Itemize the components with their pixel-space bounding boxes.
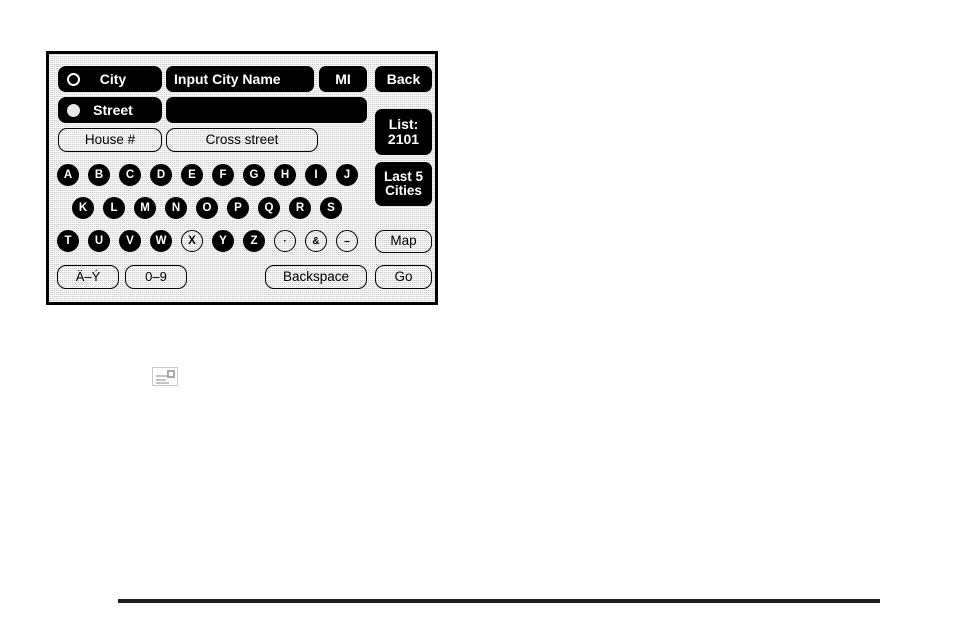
key-b-label: B [94, 169, 104, 181]
key-c-label: C [125, 169, 135, 181]
city-name-input-value: Input City Name [174, 71, 281, 87]
key-w-label: W [155, 235, 167, 247]
key-ampersand-label: & [312, 235, 320, 247]
go-button[interactable]: Go [375, 265, 432, 289]
accent-characters-label: Ä–Ý [75, 269, 101, 285]
last-five-cities-label: Last 5 Cities [383, 168, 424, 198]
state-button-label: MI [335, 70, 351, 87]
key-m[interactable]: M [134, 197, 156, 219]
map-button[interactable]: Map [375, 230, 432, 253]
key-d-label: D [156, 169, 166, 181]
key-x-label: X [188, 235, 196, 247]
key-g[interactable]: G [243, 164, 265, 186]
navigation-screen-panel: City Input City Name MI Back Street List… [46, 51, 438, 305]
key-l-label: L [110, 202, 118, 214]
key-j-label: J [343, 169, 351, 181]
key-i[interactable]: I [305, 164, 327, 186]
street-name-input[interactable] [166, 97, 367, 123]
key-r-label: R [295, 202, 305, 214]
key-f-label: F [219, 169, 227, 181]
placeholder-line-3 [156, 382, 169, 384]
key-ampersand[interactable]: & [305, 230, 327, 252]
key-m-label: M [140, 202, 150, 214]
key-h[interactable]: H [274, 164, 296, 186]
street-selector-label: Street [93, 102, 133, 118]
key-c[interactable]: C [119, 164, 141, 186]
key-j[interactable]: J [336, 164, 358, 186]
state-button[interactable]: MI [319, 66, 367, 92]
placeholder-square-icon [167, 370, 175, 378]
key-b[interactable]: B [88, 164, 110, 186]
key-s[interactable]: S [320, 197, 342, 219]
backspace-button-label: Backspace [282, 268, 350, 284]
key-o-label: O [202, 202, 212, 214]
map-button-label: Map [390, 233, 417, 249]
key-period-label: · [283, 235, 287, 247]
key-z[interactable]: Z [243, 230, 265, 252]
broken-image-placeholder-icon [152, 367, 178, 386]
key-period[interactable]: · [274, 230, 296, 252]
footer-divider [118, 599, 880, 603]
key-a-label: A [63, 169, 73, 181]
go-button-label: Go [394, 268, 413, 284]
numbers-button[interactable]: 0–9 [125, 265, 187, 289]
key-d[interactable]: D [150, 164, 172, 186]
backspace-button[interactable]: Backspace [265, 265, 367, 289]
key-t[interactable]: T [57, 230, 79, 252]
key-l[interactable]: L [103, 197, 125, 219]
accent-characters-button[interactable]: Ä–Ý [57, 265, 119, 289]
key-hyphen-label: – [344, 235, 350, 247]
key-v[interactable]: V [119, 230, 141, 252]
city-radio-icon[interactable] [67, 72, 80, 86]
key-q[interactable]: Q [258, 197, 280, 219]
city-name-input[interactable]: Input City Name [166, 66, 314, 92]
key-u[interactable]: U [88, 230, 110, 252]
key-y-label: Y [219, 235, 227, 247]
city-selector-button[interactable]: City [58, 66, 162, 92]
key-r[interactable]: R [289, 197, 311, 219]
street-radio-icon[interactable] [67, 103, 80, 117]
key-h-label: H [280, 169, 290, 181]
key-y[interactable]: Y [212, 230, 234, 252]
back-button[interactable]: Back [375, 66, 432, 92]
key-q-label: Q [264, 202, 274, 214]
key-g-label: G [249, 169, 259, 181]
key-n-label: N [171, 202, 181, 214]
navigation-screen-inner: City Input City Name MI Back Street List… [49, 54, 435, 302]
key-t-label: T [64, 235, 72, 247]
city-selector-label: City [99, 71, 127, 87]
cross-street-button-label: Cross street [205, 131, 279, 147]
key-z-label: Z [250, 235, 258, 247]
key-o[interactable]: O [196, 197, 218, 219]
numbers-button-label: 0–9 [145, 269, 167, 285]
cross-street-button[interactable]: Cross street [166, 128, 318, 152]
key-k-label: K [78, 202, 88, 214]
list-button[interactable]: List: 2101 [375, 109, 432, 155]
key-f[interactable]: F [212, 164, 234, 186]
key-v-label: V [126, 235, 134, 247]
key-p[interactable]: P [227, 197, 249, 219]
key-w[interactable]: W [150, 230, 172, 252]
key-s-label: S [327, 202, 335, 214]
key-e[interactable]: E [181, 164, 203, 186]
key-k[interactable]: K [72, 197, 94, 219]
key-u-label: U [94, 235, 104, 247]
key-i-label: I [314, 169, 318, 181]
house-number-button[interactable]: House # [58, 128, 162, 152]
list-button-label: List: 2101 [387, 116, 420, 147]
key-e-label: E [188, 169, 196, 181]
key-n[interactable]: N [165, 197, 187, 219]
key-a[interactable]: A [57, 164, 79, 186]
key-hyphen[interactable]: – [336, 230, 358, 252]
last-five-cities-button[interactable]: Last 5 Cities [375, 162, 432, 206]
key-p-label: P [234, 202, 242, 214]
placeholder-line-2 [156, 379, 166, 381]
back-button-label: Back [386, 70, 421, 87]
house-number-button-label: House # [84, 131, 136, 147]
street-selector-button[interactable]: Street [58, 97, 162, 123]
key-x[interactable]: X [181, 230, 203, 252]
